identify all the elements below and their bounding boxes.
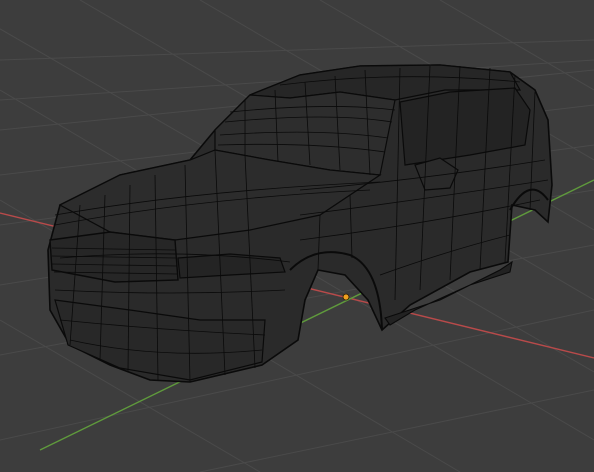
car-mesh[interactable] — [47, 64, 553, 383]
object-origin-dot[interactable] — [342, 293, 350, 301]
3d-viewport[interactable] — [0, 0, 594, 472]
